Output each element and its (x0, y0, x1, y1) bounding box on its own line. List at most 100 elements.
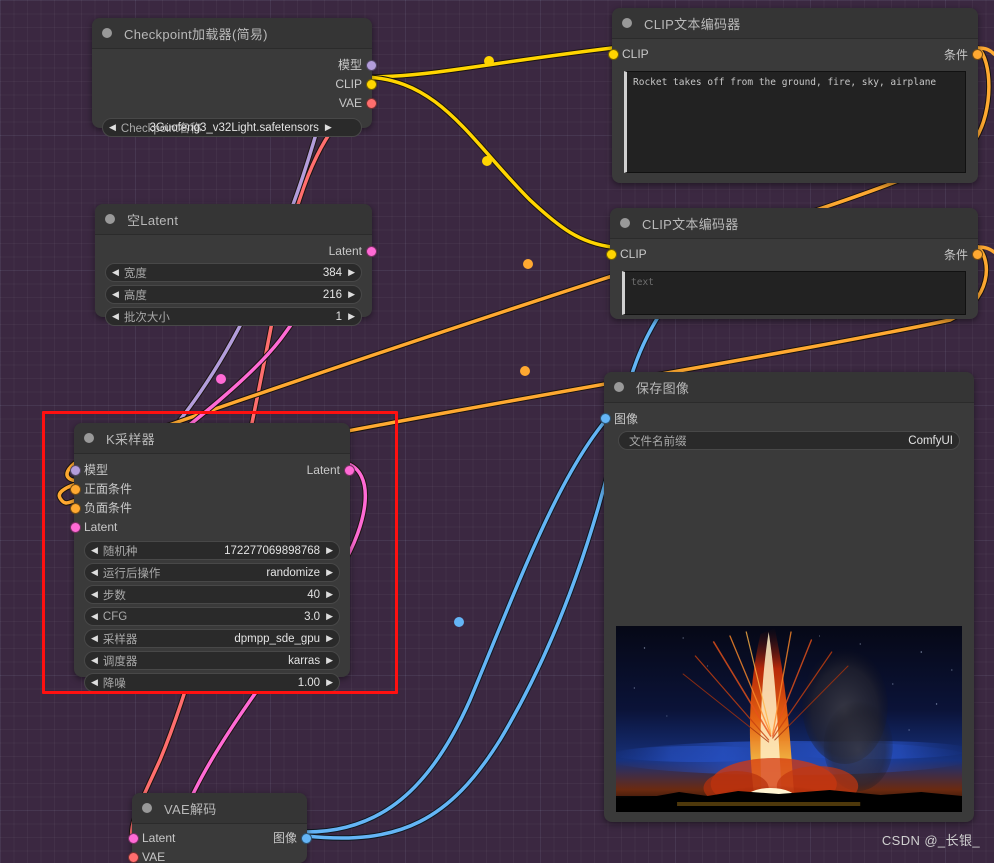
input-slot-latent[interactable]: Latent (69, 517, 350, 536)
node-titlebar[interactable]: CLIP文本编码器 (612, 8, 978, 39)
slot-label-image-output: 图像 (272, 831, 297, 845)
collapse-dot-icon[interactable] (142, 803, 152, 813)
port-latent[interactable] (365, 246, 377, 257)
output-slot-model[interactable]: 模型 (92, 55, 377, 74)
chevron-left-icon[interactable]: ◀ (91, 590, 98, 599)
widget-value: 384 (322, 266, 343, 279)
output-slot-vae[interactable]: VAE (92, 93, 377, 112)
node-save-image[interactable]: 保存图像 图像 文件名前缀 ComfyUI (599, 372, 974, 822)
port-latent-input[interactable] (69, 522, 81, 533)
chevron-left-icon[interactable]: ◀ (112, 312, 119, 321)
widget-cfg[interactable]: ◀ CFG 3.0 ▶ (84, 607, 340, 626)
node-body: Latent 图像 VAE (127, 824, 312, 863)
chevron-right-icon[interactable]: ▶ (348, 290, 355, 299)
chevron-left-icon[interactable]: ◀ (112, 290, 119, 299)
input-slot-positive[interactable]: 正面条件 (69, 479, 350, 498)
node-checkpoint-loader[interactable]: Checkpoint加载器(简易) 模型 CLIP VAE ◀ Checkpoi… (92, 18, 377, 137)
chevron-right-icon[interactable]: ▶ (326, 590, 333, 599)
collapse-dot-icon[interactable] (620, 218, 630, 228)
chevron-left-icon[interactable]: ◀ (91, 678, 98, 687)
node-titlebar[interactable]: K采样器 (74, 423, 350, 454)
slot-label-model-input: 模型 (84, 463, 109, 477)
port-conditioning-output[interactable] (971, 49, 983, 60)
node-clip-text-encode-negative[interactable]: CLIP文本编码器 CLIP 条件 text (605, 208, 983, 319)
chevron-right-icon[interactable]: ▶ (326, 634, 333, 643)
port-latent-input[interactable] (127, 833, 139, 844)
chevron-left-icon[interactable]: ◀ (91, 612, 98, 621)
chevron-right-icon[interactable]: ▶ (326, 568, 333, 577)
widget-label: 随机种 (102, 545, 138, 558)
port-negative-conditioning[interactable] (69, 503, 81, 514)
chevron-right-icon[interactable]: ▶ (326, 546, 333, 555)
comfyui-graph-canvas[interactable]: Checkpoint加载器(简易) 模型 CLIP VAE ◀ Checkpoi… (0, 0, 994, 863)
output-slot-latent[interactable]: Latent (95, 241, 377, 260)
widget-width[interactable]: ◀ 宽度 384 ▶ (105, 263, 362, 282)
port-images-input[interactable] (599, 413, 611, 424)
chevron-right-icon[interactable]: ▶ (348, 268, 355, 277)
port-clip-input[interactable] (607, 49, 619, 60)
widget-steps[interactable]: ◀ 步数 40 ▶ (84, 585, 340, 604)
node-ksampler[interactable]: K采样器 模型 Latent 正面条件 负面条件 Latent ◀ 随机种 17… (69, 423, 355, 692)
widget-height[interactable]: ◀ 高度 216 ▶ (105, 285, 362, 304)
collapse-dot-icon[interactable] (105, 214, 115, 224)
input-slot-negative[interactable]: 负面条件 (69, 498, 350, 517)
port-model[interactable] (365, 60, 377, 71)
node-empty-latent[interactable]: 空Latent Latent ◀ 宽度 384 ▶ ◀ 高度 216 ▶ ◀ 批… (95, 204, 377, 326)
collapse-dot-icon[interactable] (614, 382, 624, 392)
node-title-text: CLIP文本编码器 (644, 16, 741, 32)
node-titlebar[interactable]: VAE解码 (132, 793, 307, 824)
input-slot-vae[interactable]: VAE (127, 847, 307, 863)
node-titlebar[interactable]: 保存图像 (604, 372, 974, 403)
widget-seed[interactable]: ◀ 随机种 172277069898768 ▶ (84, 541, 340, 560)
port-image-output[interactable] (300, 833, 312, 844)
slot-label-latent-input: Latent (142, 830, 176, 845)
widget-sampler-name[interactable]: ◀ 采样器 dpmpp_sde_gpu ▶ (84, 629, 340, 648)
widget-scheduler[interactable]: ◀ 调度器 karras ▶ (84, 651, 340, 670)
chevron-right-icon[interactable]: ▶ (326, 612, 333, 621)
collapse-dot-icon[interactable] (622, 18, 632, 28)
input-slot-images[interactable]: 图像 (599, 407, 974, 429)
collapse-dot-icon[interactable] (102, 28, 112, 38)
widget-label: 运行后操作 (102, 567, 161, 580)
widget-control-after-generate[interactable]: ◀ 运行后操作 randomize ▶ (84, 563, 340, 582)
node-title-text: VAE解码 (164, 801, 217, 817)
port-positive-conditioning[interactable] (69, 484, 81, 495)
node-titlebar[interactable]: Checkpoint加载器(简易) (92, 18, 372, 49)
node-titlebar[interactable]: CLIP文本编码器 (610, 208, 978, 239)
port-conditioning-output[interactable] (971, 249, 983, 260)
generated-image (616, 626, 962, 812)
port-vae-input[interactable] (127, 852, 139, 863)
io-slot-row[interactable]: CLIP 条件 (605, 243, 983, 265)
collapse-dot-icon[interactable] (84, 433, 94, 443)
chevron-right-icon[interactable]: ▶ (348, 312, 355, 321)
widget-ckpt-name[interactable]: ◀ Checkpoint名称 3Guofeng3_v32Light.safete… (102, 118, 362, 137)
port-model-input[interactable] (69, 465, 81, 476)
node-body: 图像 文件名前缀 ComfyUI (599, 403, 974, 820)
port-latent-output[interactable] (343, 465, 355, 476)
node-clip-text-encode-positive[interactable]: CLIP文本编码器 CLIP 条件 Rocket takes off from … (607, 8, 983, 183)
chevron-right-icon[interactable]: ▶ (326, 678, 333, 687)
chevron-right-icon[interactable]: ▶ (326, 656, 333, 665)
output-slot-clip[interactable]: CLIP (92, 74, 377, 93)
prompt-textarea[interactable]: Rocket takes off from the ground, fire, … (624, 71, 966, 173)
node-vae-decode[interactable]: VAE解码 Latent 图像 VAE (127, 793, 312, 863)
chevron-left-icon[interactable]: ◀ (91, 634, 98, 643)
chevron-left-icon[interactable]: ◀ (91, 568, 98, 577)
widget-batch-size[interactable]: ◀ 批次大小 1 ▶ (105, 307, 362, 326)
image-preview[interactable] (616, 626, 962, 812)
prompt-textarea[interactable]: text (622, 271, 966, 315)
io-slot-row-latent-image[interactable]: Latent 图像 (127, 828, 312, 847)
port-clip[interactable] (365, 79, 377, 90)
chevron-left-icon[interactable]: ◀ (91, 546, 98, 555)
node-titlebar[interactable]: 空Latent (95, 204, 372, 235)
chevron-left-icon[interactable]: ◀ (109, 123, 116, 132)
io-slot-row-model-latentout[interactable]: 模型 Latent (69, 460, 355, 479)
io-slot-row[interactable]: CLIP 条件 (607, 43, 983, 65)
chevron-left-icon[interactable]: ◀ (112, 268, 119, 277)
chevron-right-icon[interactable]: ▶ (325, 123, 332, 132)
chevron-left-icon[interactable]: ◀ (91, 656, 98, 665)
widget-filename-prefix[interactable]: 文件名前缀 ComfyUI (618, 431, 960, 450)
widget-denoise[interactable]: ◀ 降噪 1.00 ▶ (84, 673, 340, 692)
port-vae[interactable] (365, 98, 377, 109)
port-clip-input[interactable] (605, 249, 617, 260)
